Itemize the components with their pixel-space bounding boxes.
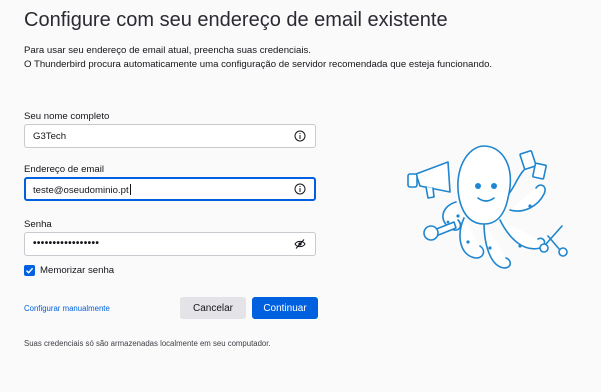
password-field[interactable]: ••••••••••••••••• (24, 232, 316, 256)
credentials-note: Suas credenciais só são armazenadas loca… (24, 339, 271, 348)
eye-slash-icon[interactable] (294, 238, 306, 250)
checkmark-icon (25, 267, 34, 274)
remember-password-label: Memorizar senha (40, 264, 115, 276)
email-field[interactable]: teste@oseudominio.pt (24, 177, 316, 201)
cancel-button[interactable]: Cancelar (180, 297, 246, 319)
password-label: Senha (24, 219, 52, 230)
name-value: G3Tech (33, 131, 67, 142)
page-title: Configure com seu endereço de email exis… (24, 9, 448, 31)
page-description: Para usar seu endereço de email atual, p… (24, 44, 492, 71)
name-field[interactable]: G3Tech (24, 124, 316, 148)
manual-config-link[interactable]: Configurar manualmente (24, 304, 110, 313)
info-icon[interactable] (294, 183, 306, 195)
remember-password-checkbox[interactable] (24, 264, 35, 276)
email-label: Endereço de email (24, 164, 104, 175)
email-value: teste@oseudominio.pt (33, 184, 131, 196)
description-line-2: O Thunderbird procura automaticamente um… (24, 58, 493, 70)
description-line-1: Para usar seu endereço de email atual, p… (24, 45, 311, 56)
remember-password-row[interactable]: Memorizar senha (24, 263, 114, 277)
info-icon[interactable] (294, 130, 306, 142)
name-label: Seu nome completo (24, 111, 110, 122)
continue-button[interactable]: Continuar (252, 297, 318, 319)
octopus-mascot-icon (407, 145, 568, 269)
password-value: ••••••••••••••••• (33, 238, 100, 249)
